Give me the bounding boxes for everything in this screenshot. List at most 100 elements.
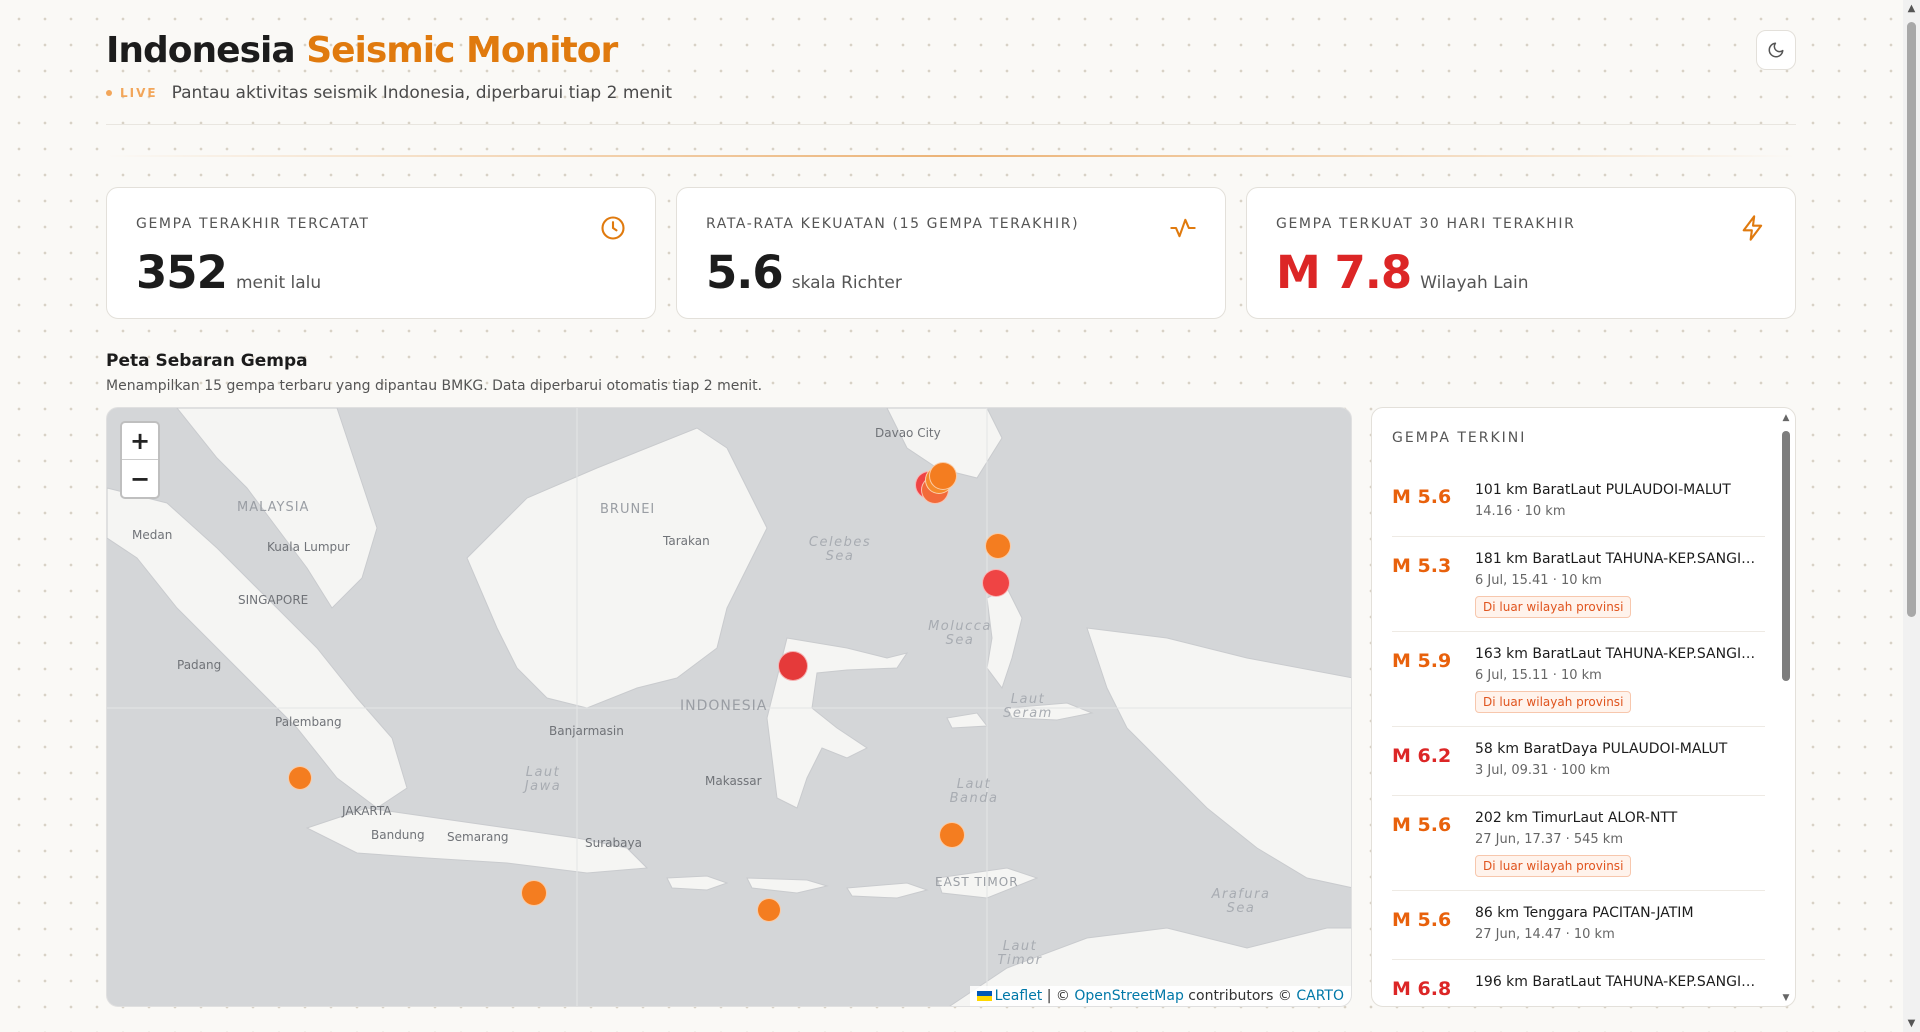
stat-unit: skala Richter xyxy=(791,273,902,293)
quake-meta: 27 Jun, 17.37 · 545 km xyxy=(1475,832,1624,847)
stat-card-average-magnitude: RATA-RATA KEKUATAN (15 GEMPA TERAKHIR) 5… xyxy=(676,187,1226,319)
stat-value: 352 xyxy=(136,246,228,299)
stat-value: 5.6 xyxy=(706,246,784,299)
list-item[interactable]: M 5.9 163 km BaratLaut TAHUNA-KEP.SANGIH… xyxy=(1392,632,1765,727)
map-label-laut-timor: Laut Timor xyxy=(997,939,1043,968)
map-city-bandung: Bandung xyxy=(371,828,425,842)
attribution-contributors: contributors © xyxy=(1183,988,1297,1004)
map-city-tarakan: Tarakan xyxy=(663,534,710,548)
zoom-out-button[interactable]: − xyxy=(122,460,158,497)
list-item[interactable]: M 6.8 196 km BaratLaut TAHUNA-KEP.SANGIH… xyxy=(1392,960,1765,1006)
theme-toggle-button[interactable] xyxy=(1756,30,1796,70)
clock-icon xyxy=(601,216,625,240)
map-label-arafura-sea: Arafura Sea xyxy=(1211,887,1271,916)
quake-marker[interactable] xyxy=(985,533,1011,559)
stat-label: RATA-RATA KEKUATAN (15 GEMPA TERAKHIR) xyxy=(706,216,1080,232)
moon-icon xyxy=(1768,42,1784,58)
quake-marker[interactable] xyxy=(982,569,1010,597)
zoom-in-button[interactable]: + xyxy=(122,423,158,460)
window-scrollbar[interactable]: ▲ ▼ xyxy=(1903,0,1920,1032)
ukraine-flag-icon xyxy=(976,991,992,1001)
stat-card-strongest-quake: GEMPA TERKUAT 30 HARI TERAKHIR M 7.8 Wil… xyxy=(1246,187,1796,319)
quake-location: 181 km BaratLaut TAHUNA-KEP.SANGIHE-SULU… xyxy=(1475,551,1765,567)
stat-label: GEMPA TERAKHIR TERCATAT xyxy=(136,216,370,232)
carto-link[interactable]: CARTO xyxy=(1296,988,1344,1004)
map-label-indonesia: INDONESIA xyxy=(680,698,768,714)
map-description: Menampilkan 15 gempa terbaru yang dipant… xyxy=(106,378,763,394)
quake-meta: 14.16 · 10 km xyxy=(1475,504,1566,519)
map-city-surabaya: Surabaya xyxy=(585,836,642,850)
quake-location: 202 km TimurLaut ALOR-NTT xyxy=(1475,810,1678,826)
quake-magnitude: M 5.6 xyxy=(1392,814,1452,836)
attribution-separator: | © xyxy=(1042,988,1075,1004)
recent-quakes-panel[interactable]: GEMPA TERKINI M 5.6 101 km BaratLaut PUL… xyxy=(1371,407,1796,1007)
scroll-down-icon[interactable]: ▼ xyxy=(1781,993,1791,1003)
quake-meta: 3 Jul, 09.31 · 100 km xyxy=(1475,763,1611,778)
stats-cards: GEMPA TERAKHIR TERCATAT 352 menit lalu R… xyxy=(106,187,1796,319)
map-city-kuala-lumpur: Kuala Lumpur xyxy=(267,540,350,554)
list-scrollbar-thumb[interactable] xyxy=(1782,431,1790,681)
title-main: Indonesia xyxy=(106,30,296,71)
quake-location: 86 km Tenggara PACITAN-JATIM xyxy=(1475,905,1694,921)
map-label-brunei: BRUNEI xyxy=(600,502,656,517)
recent-quakes-list: M 5.6 101 km BaratLaut PULAUDOI-MALUT 14… xyxy=(1392,468,1765,1006)
list-scrollbar[interactable]: ▲ ▼ xyxy=(1781,413,1791,1003)
recent-quakes-heading: GEMPA TERKINI xyxy=(1392,430,1527,446)
subtitle: Pantau aktivitas seismik Indonesia, dipe… xyxy=(171,83,673,103)
quake-magnitude: M 5.9 xyxy=(1392,650,1452,672)
list-item[interactable]: M 5.3 181 km BaratLaut TAHUNA-KEP.SANGIH… xyxy=(1392,537,1765,632)
list-item[interactable]: M 6.2 58 km BaratDaya PULAUDOI-MALUT 3 J… xyxy=(1392,727,1765,796)
map-label-malaysia: MALAYSIA xyxy=(237,500,310,515)
quake-marker[interactable] xyxy=(778,651,808,681)
map-label-east-timor: EAST TIMOR xyxy=(935,875,1019,889)
map-label-celebes-sea: Celebes Sea xyxy=(808,535,872,564)
osm-link[interactable]: OpenStreetMap xyxy=(1074,988,1183,1004)
quake-meta: 6 Jul, 15.11 · 10 km xyxy=(1475,668,1602,683)
quake-magnitude: M 5.6 xyxy=(1392,486,1452,508)
list-item[interactable]: M 5.6 101 km BaratLaut PULAUDOI-MALUT 14… xyxy=(1392,468,1765,537)
quake-location: 163 km BaratLaut TAHUNA-KEP.SANGIHE-SULU… xyxy=(1475,646,1765,662)
quake-magnitude: M 5.6 xyxy=(1392,909,1452,931)
quake-location: 101 km BaratLaut PULAUDOI-MALUT xyxy=(1475,482,1731,498)
scroll-up-icon[interactable]: ▲ xyxy=(1781,413,1791,423)
window-scroll-down-icon[interactable]: ▼ xyxy=(1903,1015,1920,1032)
window-scrollbar-thumb[interactable] xyxy=(1907,22,1916,617)
quake-meta: 6 Jul, 15.41 · 10 km xyxy=(1475,573,1602,588)
window-scroll-up-icon[interactable]: ▲ xyxy=(1903,0,1920,17)
list-item[interactable]: M 5.6 202 km TimurLaut ALOR-NTT 27 Jun, … xyxy=(1392,796,1765,891)
map-city-banjarmasin: Banjarmasin xyxy=(549,724,624,738)
stat-unit: menit lalu xyxy=(235,273,322,293)
quake-location: 196 km BaratLaut TAHUNA-KEP.SANGIHE-SULU… xyxy=(1475,974,1765,990)
map-label-laut-jawa: Laut Jawa xyxy=(524,765,562,794)
zoom-control: + − xyxy=(120,421,160,499)
subtitle-row: LIVE Pantau aktivitas seismik Indonesia,… xyxy=(106,83,672,103)
map-city-davao: Davao City xyxy=(875,426,941,440)
stat-value: M 7.8 xyxy=(1276,246,1412,299)
map-city-medan: Medan xyxy=(132,528,173,542)
map-label-laut-seram: Laut Seram xyxy=(1003,692,1053,721)
page: Indonesia Seismic Monitor LIVE Pantau ak… xyxy=(106,0,1796,1032)
outside-province-badge: Di luar wilayah provinsi xyxy=(1475,855,1632,877)
quake-marker[interactable] xyxy=(288,766,312,790)
quake-marker[interactable] xyxy=(521,880,547,906)
list-item[interactable]: M 5.6 86 km Tenggara PACITAN-JATIM 27 Ju… xyxy=(1392,891,1765,960)
activity-icon xyxy=(1170,218,1196,238)
leaflet-link[interactable]: Leaflet xyxy=(995,988,1043,1004)
map-city-palembang: Palembang xyxy=(275,715,342,729)
quake-marker[interactable] xyxy=(939,822,965,848)
lightning-icon xyxy=(1742,215,1763,241)
map-attribution: Leaflet | © OpenStreetMap contributors ©… xyxy=(969,986,1351,1006)
map-title: Peta Sebaran Gempa xyxy=(106,351,308,371)
outside-province-badge: Di luar wilayah provinsi xyxy=(1475,596,1632,618)
quake-marker[interactable] xyxy=(929,462,957,490)
map-city-jakarta: JAKARTA xyxy=(342,804,392,818)
stat-card-last-quake: GEMPA TERAKHIR TERCATAT 352 menit lalu xyxy=(106,187,656,319)
map-city-semarang: Semarang xyxy=(447,830,509,844)
map-city-padang: Padang xyxy=(177,658,222,672)
earthquake-map[interactable]: MALAYSIA BRUNEI INDONESIA EAST TIMOR Cel… xyxy=(106,407,1352,1007)
map-label-laut-banda: Laut Banda xyxy=(949,777,999,806)
page-title: Indonesia Seismic Monitor xyxy=(106,30,618,71)
quake-location: 58 km BaratDaya PULAUDOI-MALUT xyxy=(1475,741,1728,757)
quake-magnitude: M 5.3 xyxy=(1392,555,1452,577)
quake-marker[interactable] xyxy=(757,898,781,922)
